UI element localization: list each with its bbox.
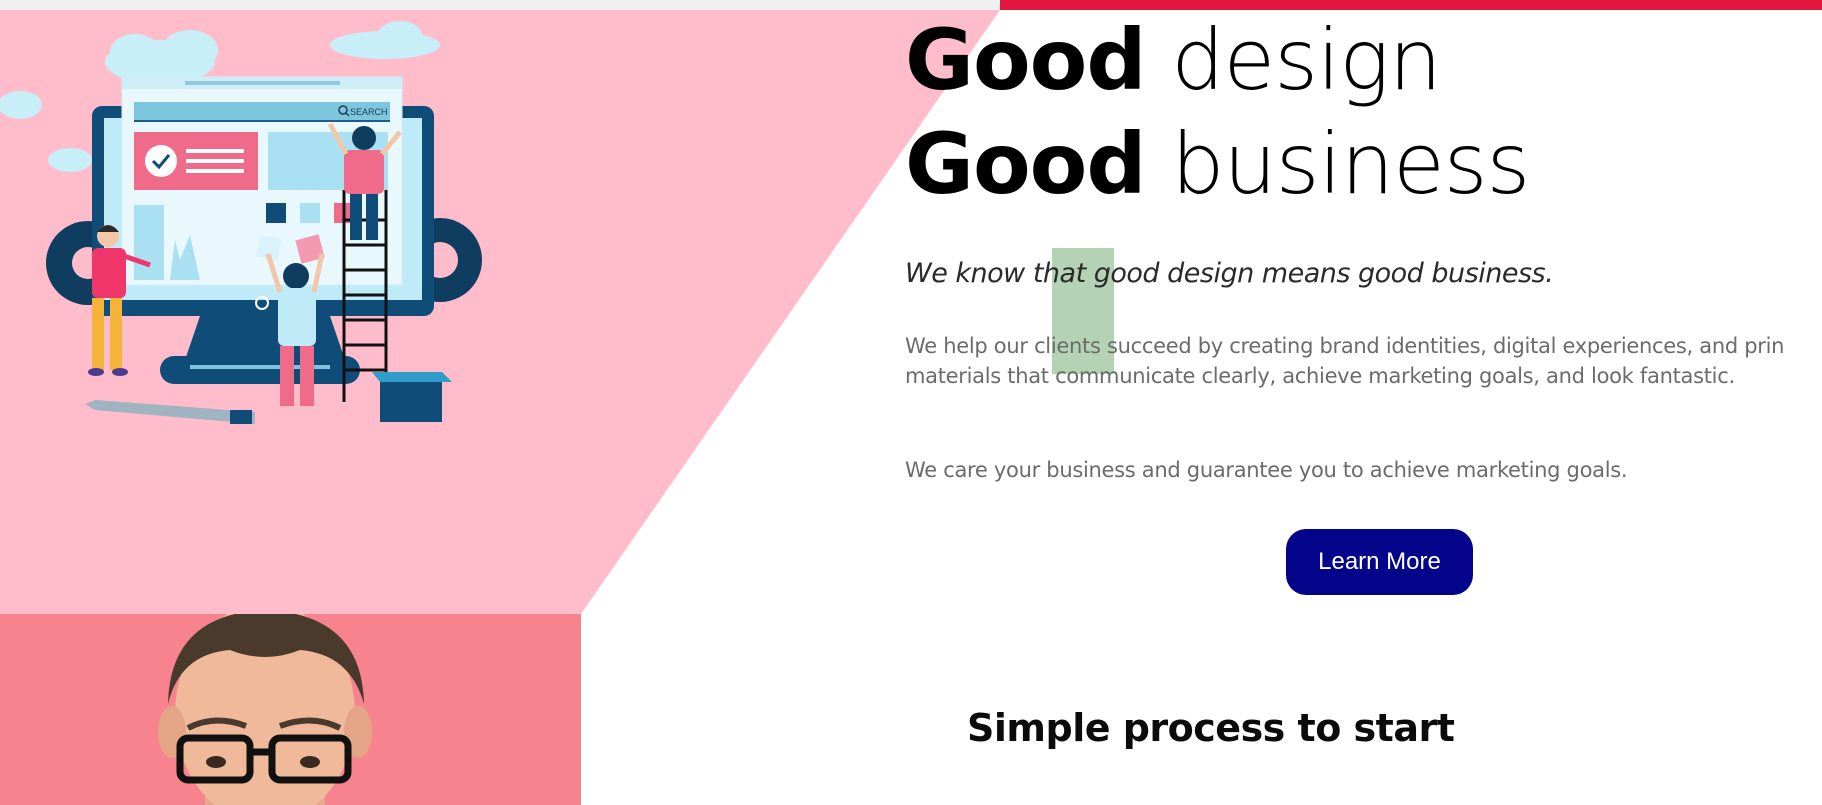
- hero-illustration: SEARCH: [0, 21, 482, 424]
- portrait-image: [158, 614, 372, 805]
- headline-line-2: Good business: [905, 122, 1530, 206]
- search-label: SEARCH: [350, 107, 388, 117]
- pen-icon: [85, 400, 255, 424]
- headline-2-light: business: [1171, 115, 1530, 213]
- paragraph-2: We care your business and guarantee you …: [905, 458, 1628, 482]
- learn-more-button[interactable]: Learn More: [1286, 529, 1473, 595]
- section-title-process: Simple process to start: [967, 706, 1455, 750]
- top-accent-bar: [1000, 0, 1822, 10]
- paragraph-1-line-2: materials that communicate clearly, achi…: [905, 364, 1735, 388]
- headline-1-light: design: [1171, 11, 1442, 109]
- paragraph-1-line-1: We help our clients succeed by creating …: [905, 334, 1785, 358]
- top-strip: [0, 0, 1000, 10]
- box-icon: [372, 372, 452, 422]
- tagline: We know that good design means good busi…: [905, 258, 1554, 289]
- headline-1-bold: Good: [905, 11, 1146, 109]
- headline-2-bold: Good: [905, 115, 1146, 213]
- headline-line-1: Good design: [905, 18, 1442, 102]
- portrait-panel: [0, 614, 581, 805]
